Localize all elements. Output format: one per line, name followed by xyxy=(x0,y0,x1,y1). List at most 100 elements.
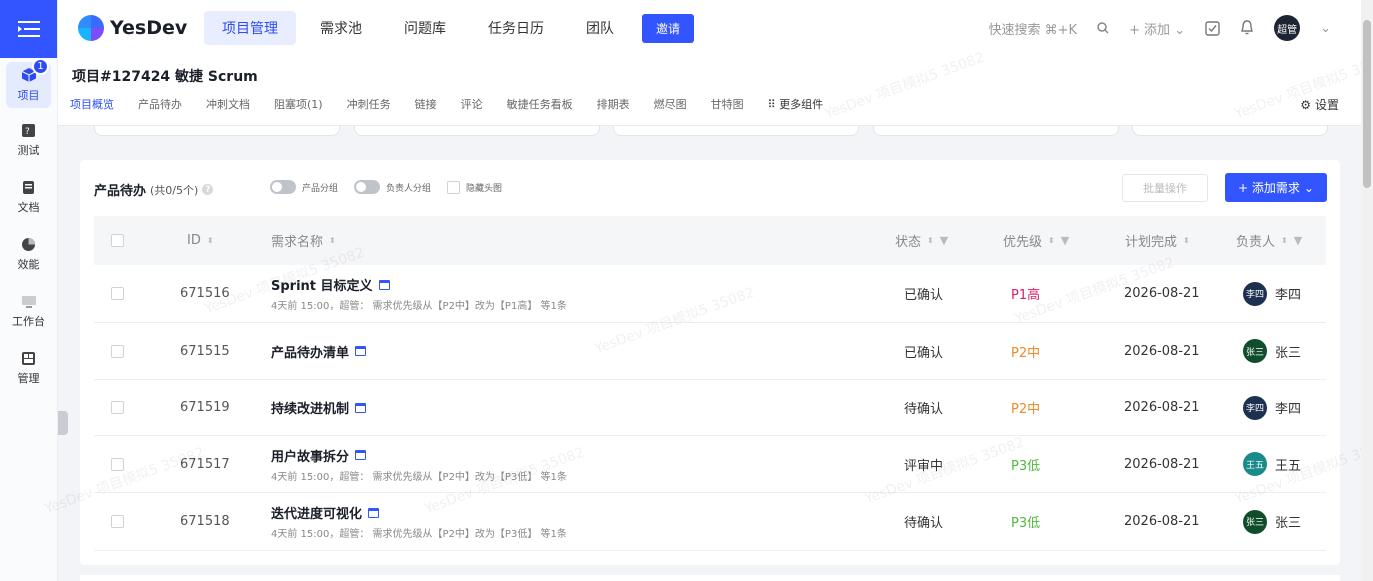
rail-item-efficiency[interactable]: 效能 xyxy=(0,226,57,283)
tab-more-components[interactable]: ⠿ 更多组件 xyxy=(768,96,824,112)
row-owner[interactable]: 张三 张三 xyxy=(1243,493,1301,550)
collapse-handle[interactable] xyxy=(58,411,68,435)
column-due[interactable]: 计划完成 ⬍ xyxy=(1125,216,1190,265)
sort-icon[interactable]: ⬍ xyxy=(927,236,934,245)
switch[interactable] xyxy=(270,180,296,194)
filter-icon[interactable]: ▼ xyxy=(1061,234,1069,247)
checkbox[interactable] xyxy=(111,287,124,300)
sort-icon[interactable]: ⬍ xyxy=(1183,236,1190,245)
checkbox[interactable] xyxy=(111,401,124,414)
scrollbar-thumb[interactable] xyxy=(1363,20,1371,188)
rail-item-workbench[interactable]: 工作台 xyxy=(0,283,57,340)
row-checkbox[interactable] xyxy=(111,493,124,550)
nav-issue-library[interactable]: 问题库 xyxy=(386,11,464,45)
switch[interactable] xyxy=(354,180,381,194)
invite-button[interactable]: 邀请 xyxy=(642,13,695,43)
user-avatar[interactable]: 超管 xyxy=(1274,15,1301,41)
nav-task-calendar[interactable]: 任务日历 xyxy=(470,11,562,45)
sort-icon[interactable]: ⬍ xyxy=(1048,236,1055,245)
checkbox[interactable] xyxy=(111,515,124,528)
column-owner[interactable]: 负责人 ⬍ ▼ xyxy=(1236,216,1302,265)
requirement-name-link[interactable]: 迭代进度可视化 xyxy=(271,503,380,522)
nav-team[interactable]: 团队 xyxy=(568,11,632,45)
row-owner[interactable]: 王五 王五 xyxy=(1243,436,1301,492)
row-status[interactable]: 评审中 xyxy=(904,436,943,492)
rail-item-test[interactable]: ? 测试 xyxy=(0,112,57,169)
logo[interactable]: YesDev xyxy=(78,15,204,41)
row-priority[interactable]: P3低 xyxy=(1011,493,1040,550)
row-checkbox[interactable] xyxy=(111,265,124,322)
row-status[interactable]: 已确认 xyxy=(904,323,943,379)
requirement-name-link[interactable]: Sprint 目标定义 xyxy=(271,275,390,294)
checkbox[interactable] xyxy=(447,180,461,194)
tab-blockers[interactable]: 阻塞项(1) xyxy=(274,96,323,112)
row-owner[interactable]: 张三 张三 xyxy=(1243,323,1301,379)
checkbox[interactable] xyxy=(111,457,124,471)
requirement-name-link[interactable]: 用户故事拆分 xyxy=(271,446,367,465)
row-owner[interactable]: 李四 李四 xyxy=(1243,380,1301,435)
row-priority[interactable]: P3低 xyxy=(1011,436,1040,492)
row-priority[interactable]: P2中 xyxy=(1011,323,1040,379)
nav-requirement-pool[interactable]: 需求池 xyxy=(302,11,380,45)
column-name[interactable]: 需求名称 ⬍ xyxy=(271,216,336,265)
bell-icon[interactable] xyxy=(1240,20,1254,36)
table-row[interactable]: 671516 Sprint 目标定义 4天前 15:00，超管： 需求优先级从【P2… xyxy=(94,265,1326,323)
row-owner[interactable]: 李四 李四 xyxy=(1243,265,1301,322)
view-toggles: 产品分组 负责人分组 隐藏头图 xyxy=(270,180,502,194)
quick-search[interactable]: 快速搜索 ⌘+K xyxy=(988,19,1077,38)
checkbox[interactable] xyxy=(111,234,124,247)
settings-button[interactable]: ⚙ 设置 xyxy=(1300,96,1339,113)
row-status[interactable]: 待确认 xyxy=(904,493,943,550)
menu-toggle-button[interactable] xyxy=(0,0,57,58)
select-all-checkbox[interactable] xyxy=(111,216,124,265)
tab-comments[interactable]: 评论 xyxy=(461,96,483,112)
scrollbar[interactable] xyxy=(1361,0,1373,581)
filter-icon[interactable]: ▼ xyxy=(1294,234,1302,247)
toggle-product-group[interactable]: 产品分组 xyxy=(270,180,338,194)
tab-sprint-tasks[interactable]: 冲刺任务 xyxy=(347,96,391,112)
row-checkbox[interactable] xyxy=(111,436,124,492)
requirement-name-link[interactable]: 持续改进机制 xyxy=(271,398,367,417)
sort-icon[interactable]: ⬍ xyxy=(329,236,336,245)
toggle-owner-group[interactable]: 负责人分组 xyxy=(354,180,431,194)
column-status[interactable]: 状态 ⬍ ▼ xyxy=(895,216,948,265)
column-id[interactable]: ID ⬍ xyxy=(187,216,214,265)
add-menu[interactable]: + 添加 ⌄ xyxy=(1129,19,1185,38)
tab-sprint-docs[interactable]: 冲刺文档 xyxy=(206,96,250,112)
search-icon[interactable] xyxy=(1097,22,1109,34)
hide-header-checkbox[interactable]: 隐藏头图 xyxy=(447,180,502,194)
row-status[interactable]: 待确认 xyxy=(904,380,943,435)
tab-overview[interactable]: 项目概览 xyxy=(70,96,114,112)
sort-icon[interactable]: ⬍ xyxy=(207,236,214,245)
checkbox[interactable] xyxy=(111,344,124,358)
tab-schedule[interactable]: 排期表 xyxy=(597,96,630,112)
tab-burndown[interactable]: 燃尽图 xyxy=(654,96,687,112)
requirement-name-link[interactable]: 产品待办清单 xyxy=(271,342,367,361)
add-requirement-button[interactable]: + 添加需求 ⌄ xyxy=(1225,173,1327,202)
menu-icon xyxy=(17,21,40,37)
row-checkbox[interactable] xyxy=(111,380,124,435)
row-priority[interactable]: P2中 xyxy=(1011,380,1040,435)
rail-item-admin[interactable]: 管理 xyxy=(0,340,57,397)
nav-project-management[interactable]: 项目管理 xyxy=(204,11,296,45)
tab-kanban[interactable]: 敏捷任务看板 xyxy=(507,96,573,112)
table-row[interactable]: 671519 持续改进机制 待确认 P2中 2026-08-21 李四 李四 xyxy=(94,380,1326,436)
row-priority[interactable]: P1高 xyxy=(1011,265,1040,322)
help-icon[interactable]: ? xyxy=(202,184,214,195)
row-status[interactable]: 已确认 xyxy=(904,265,943,322)
chevron-down-icon[interactable]: ⌄ xyxy=(1320,21,1331,36)
filter-icon[interactable]: ▼ xyxy=(940,234,948,247)
table-row[interactable]: 671518 迭代进度可视化 4天前 15:00，超管： 需求优先级从【P2中】改为… xyxy=(94,493,1326,551)
table-row[interactable]: 671517 用户故事拆分 4天前 15:00，超管： 需求优先级从【P2中】改为【… xyxy=(94,436,1326,493)
table-row[interactable]: 671515 产品待办清单 已确认 P2中 2026-08-21 张三 张三 xyxy=(94,323,1326,380)
column-priority[interactable]: 优先级 ⬍ ▼ xyxy=(1003,216,1069,265)
sort-icon[interactable]: ⬍ xyxy=(1281,236,1288,245)
tab-gantt[interactable]: 甘特图 xyxy=(711,96,744,112)
tab-links[interactable]: 链接 xyxy=(415,96,437,112)
tab-backlog[interactable]: 产品待办 xyxy=(138,96,182,112)
rail-item-project[interactable]: 1 项目 xyxy=(6,58,51,108)
batch-action-button[interactable]: 批量操作 xyxy=(1122,174,1208,202)
checkbox-task-icon[interactable] xyxy=(1205,20,1220,36)
rail-item-docs[interactable]: 文档 xyxy=(0,169,57,226)
row-checkbox[interactable] xyxy=(111,323,124,379)
